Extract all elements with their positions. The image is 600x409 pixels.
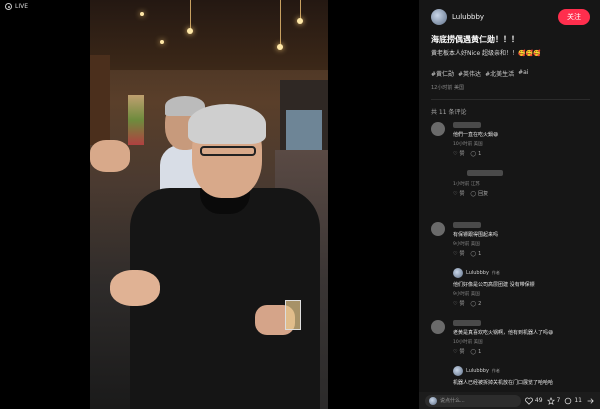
author-avatar[interactable]	[431, 9, 447, 25]
scene-shelf	[90, 55, 110, 145]
comment-meta: 9小时前 美国	[453, 242, 480, 247]
comment-text: 有保镖跟得围起来吗	[453, 232, 499, 238]
comment-item: 有保镖跟得围起来吗 9小时前 美国 ♡ 赞 ◯ 1	[431, 222, 592, 262]
comment-item: 老黄是真喜欢吃火锅啊，他有到机器人了吗😆 10小时前 美国 ♡ 赞 ◯ 1	[431, 320, 592, 360]
live-indicator: LIVE	[5, 3, 28, 10]
comment-icon: ◯	[470, 300, 477, 307]
comment-item: 1小时前 江苏 ♡ 赞 ◯ 回复	[453, 168, 592, 208]
heart-icon: ♡	[453, 300, 458, 307]
reply-author-name[interactable]: Lulubbby	[466, 270, 489, 276]
comment-item: 他們一直在吃火鍋😆 10小时前 美国 ♡ 赞 ◯ 1	[431, 122, 592, 162]
collect-button[interactable]: 7	[546, 396, 561, 405]
post-tags: #黄仁勋 #英伟达 #北美生活 #ai	[431, 69, 528, 78]
like-action[interactable]: ♡ 赞	[453, 348, 465, 356]
scene-ceiling	[90, 0, 328, 70]
commenter-name-blurred	[453, 320, 481, 326]
live-label: LIVE	[15, 3, 29, 10]
ceiling-lamp	[160, 40, 164, 44]
post-title: 海底捞偶遇黄仁勋！！！	[431, 35, 519, 44]
author-badge: 作者	[491, 368, 500, 373]
divider	[431, 99, 590, 100]
comment-count-stat: 11	[574, 397, 582, 404]
author-reply: Lulubbby 作者 机器人已经被拆掉关机放在门口展览了哈哈哈	[453, 366, 592, 390]
commenter-name-blurred	[453, 122, 481, 128]
like-action[interactable]: ♡ 赞	[453, 150, 465, 158]
reply-meta: 9小时前 美国	[453, 292, 480, 297]
live-icon	[5, 3, 12, 10]
like-count: 49	[534, 397, 543, 404]
like-action[interactable]: ♡ 赞	[453, 300, 465, 308]
author-avatar[interactable]	[453, 366, 463, 376]
tag-link[interactable]: #ai	[518, 69, 528, 78]
reply-action[interactable]: ◯ 1	[471, 150, 482, 157]
reply-text: 他们好像是公司高层团建 没有带保镖	[453, 282, 535, 288]
ceiling-lamp	[187, 28, 193, 34]
comment-icon: ◯	[470, 150, 477, 157]
comment-count: 共 11 条评论	[431, 109, 467, 116]
author-reply: Lulubbby 作者 他们好像是公司高层团建 没有带保镖 9小时前 美国 ♡ …	[453, 268, 592, 308]
commenter-avatar[interactable]	[431, 222, 445, 236]
hand-bottom	[110, 270, 160, 306]
like-button[interactable]: 49	[524, 397, 543, 405]
commenter-name-blurred	[453, 222, 481, 228]
ceiling-lamp	[297, 18, 303, 24]
person-main	[130, 104, 320, 409]
ceiling-lamp	[140, 12, 144, 16]
heart-icon: ♡	[453, 250, 458, 257]
comment-icon: ◯	[470, 348, 477, 355]
user-avatar	[429, 396, 437, 405]
star-icon	[546, 396, 555, 405]
like-action[interactable]: ♡ 赞	[453, 190, 465, 198]
lamp-wire	[280, 0, 281, 45]
comment-meta: 10小时前 美国	[453, 340, 483, 345]
comment-meta: 1小时前 江苏	[453, 182, 480, 187]
comment-icon: ◯	[470, 190, 477, 197]
tag-link[interactable]: #北美生活	[485, 69, 514, 78]
reply-action[interactable]: ◯ 1	[471, 348, 482, 355]
bottom-action-bar: 说点什么... 49 7 11	[419, 392, 600, 409]
author-badge: 作者	[491, 270, 500, 275]
reply-action[interactable]: ◯ 1	[471, 250, 482, 257]
commenter-avatar[interactable]	[431, 122, 445, 136]
ceiling-lamp	[277, 44, 283, 50]
commenter-avatar[interactable]	[431, 320, 445, 334]
tag-link[interactable]: #黄仁勋	[431, 69, 454, 78]
post-panel: Lulubbby 关注 海底捞偶遇黄仁勋！！！ 黄老板本人好Nice 超级亲和！…	[419, 0, 600, 409]
comment-meta: 10小时前 美国	[453, 142, 483, 147]
comment-icon	[565, 397, 572, 404]
post-description: 黄老板本人好Nice 超级亲和！！🥰🥰🥰	[431, 50, 541, 57]
reply-text: 机器人已经被拆掉关机放在门口展览了哈哈哈	[453, 380, 554, 386]
author-avatar[interactable]	[453, 268, 463, 278]
comment-input-placeholder: 说点什么...	[440, 398, 465, 404]
post-meta: 12小时前 美国	[431, 85, 464, 91]
comment-text: 他們一直在吃火鍋😆	[453, 132, 499, 138]
tag-link[interactable]: #英伟达	[458, 69, 481, 78]
heart-icon: ♡	[453, 348, 458, 355]
share-button[interactable]	[586, 397, 594, 405]
heart-icon: ♡	[453, 190, 458, 197]
reply-author-name[interactable]: Lulubbby	[466, 368, 489, 374]
reply-action[interactable]: ◯ 回复	[470, 190, 489, 198]
comment-icon: ◯	[470, 250, 477, 257]
video-frame[interactable]	[90, 0, 328, 409]
follow-button[interactable]: 关注	[558, 9, 590, 25]
collect-count: 7	[556, 397, 561, 404]
reply-action[interactable]: ◯ 2	[471, 300, 482, 307]
author-row: Lulubbby 关注	[431, 6, 590, 28]
share-icon	[587, 397, 594, 404]
hand-left	[90, 140, 130, 172]
author-name[interactable]: Lulubbby	[452, 13, 558, 21]
video-stage[interactable]: LIVE	[0, 0, 419, 409]
commenter-avatar[interactable]	[453, 168, 463, 178]
heart-icon: ♡	[453, 150, 458, 157]
heart-icon	[524, 397, 533, 405]
comment-text: 老黄是真喜欢吃火锅啊，他有到机器人了吗😆	[453, 330, 554, 336]
commenter-name-blurred	[467, 170, 503, 176]
comment-input[interactable]: 说点什么...	[425, 394, 521, 407]
lamp-wire	[300, 0, 301, 20]
like-action[interactable]: ♡ 赞	[453, 250, 465, 258]
lamp-wire	[190, 0, 191, 30]
comment-button[interactable]: 11	[564, 397, 582, 405]
